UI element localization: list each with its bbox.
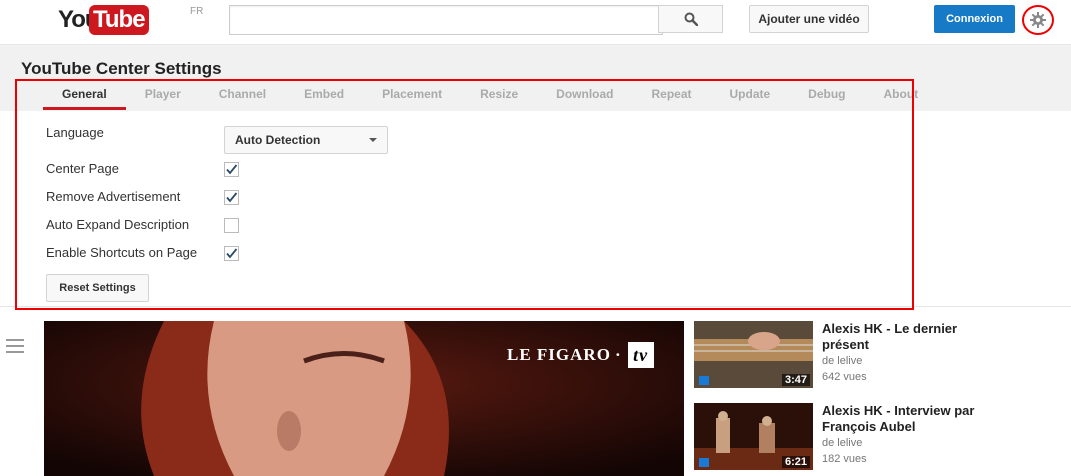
- video-duration: 3:47: [781, 374, 810, 386]
- video-channel: de lelive: [822, 355, 863, 367]
- video-duration: 6:21: [781, 456, 810, 468]
- video-channel: de lelive: [822, 437, 863, 449]
- related-video-item[interactable]: 3:47 Alexis HK - Le dernier présent de l…: [694, 321, 1064, 391]
- watermark-text: LE FIGARO: [507, 345, 611, 364]
- video-thumbnail[interactable]: 6:21: [694, 403, 813, 470]
- sign-in-button[interactable]: Connexion: [934, 5, 1015, 33]
- upload-video-button[interactable]: Ajouter une vidéo: [749, 5, 869, 33]
- video-player[interactable]: LE FIGARO · tv: [44, 321, 684, 476]
- watermark-tv: tv: [627, 342, 654, 368]
- video-title[interactable]: Alexis HK - Interview par François Aubel: [822, 403, 992, 435]
- gear-icon: [1030, 12, 1046, 28]
- video-views: 642 vues: [822, 371, 867, 383]
- video-views: 182 vues: [822, 453, 867, 465]
- channel-logo-icon: [699, 376, 709, 385]
- watermark-dot: ·: [614, 345, 622, 364]
- settings-title: YouTube Center Settings: [21, 59, 222, 78]
- related-video-item[interactable]: 6:21 Alexis HK - Interview par François …: [694, 403, 1064, 473]
- search-icon: [684, 12, 698, 26]
- settings-gear-button[interactable]: [1022, 5, 1054, 35]
- figaro-tv-watermark: LE FIGARO · tv: [507, 342, 654, 368]
- video-thumbnail[interactable]: 3:47: [694, 321, 813, 388]
- annotation-highlight-frame: [15, 79, 914, 310]
- video-title[interactable]: Alexis HK - Le dernier présent: [822, 321, 992, 353]
- guide-menu-icon[interactable]: [6, 339, 24, 355]
- search-button[interactable]: [658, 5, 723, 33]
- search-input[interactable]: [229, 5, 663, 35]
- channel-logo-icon: [699, 458, 709, 467]
- logo-tube-text: Tube: [89, 5, 149, 35]
- logo-country-code: FR: [190, 6, 204, 17]
